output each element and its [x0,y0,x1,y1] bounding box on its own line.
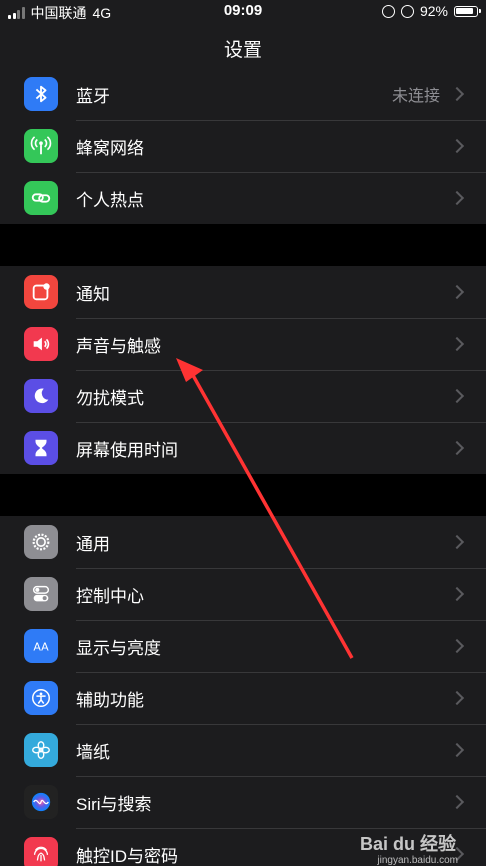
settings-row-label: 墙纸 [76,742,110,762]
page-title: 设置 [223,40,262,61]
navigation-bar: 设置 [0,22,486,72]
alarm-icon [400,4,414,18]
settings-row-notifications[interactable]: 通知 [0,266,486,318]
chevron-right-icon [449,190,465,206]
notifications-icon [24,275,58,309]
status-bar: 中国联通 4G 09:09 92% [0,0,486,22]
sound-icon [24,327,58,361]
settings-row-general[interactable]: 通用 [0,516,486,568]
accessibility-icon [24,681,58,715]
settings-row-do-not-disturb[interactable]: 勿扰模式 [0,370,486,422]
watermark-url: jingyan.baidu.com [377,855,458,866]
bluetooth-status: 未连接 [391,88,440,105]
battery-percent: 92% [419,3,448,19]
settings-group-general: 通用 控制中心 AA 显示与亮度 辅助功能 墙纸 Siri与搜索 触控ID与密码 [0,516,486,866]
settings-row-accessibility[interactable]: 辅助功能 [0,672,486,724]
chevron-right-icon [449,388,465,404]
chevron-right-icon [449,742,465,758]
chevron-right-icon [449,336,465,352]
settings-row-sounds[interactable]: 声音与触感 [0,318,486,370]
settings-row-label: 通用 [76,534,110,554]
chevron-right-icon [449,690,465,706]
settings-row-label: 勿扰模式 [76,388,144,408]
chevron-right-icon [449,440,465,456]
moon-icon [24,379,58,413]
battery-icon [454,5,481,17]
settings-row-control-center[interactable]: 控制中心 [0,568,486,620]
settings-group-connectivity: 蓝牙 未连接 蜂窝网络 个人热点 [0,68,486,224]
settings-row-siri[interactable]: Siri与搜索 [0,776,486,828]
chevron-right-icon [449,86,465,102]
chevron-right-icon [449,586,465,602]
chevron-right-icon [449,794,465,810]
hourglass-icon [24,431,58,465]
settings-row-label: 蓝牙 [76,86,110,106]
settings-row-wallpaper[interactable]: 墙纸 [0,724,486,776]
settings-row-label: 辅助功能 [76,690,144,710]
settings-row-bluetooth[interactable]: 蓝牙 未连接 [0,68,486,120]
chevron-right-icon [449,638,465,654]
wallpaper-icon [24,733,58,767]
fingerprint-icon [24,837,58,866]
toggles-icon [24,577,58,611]
battery-fill [456,7,473,14]
orientation-lock-icon [381,4,395,18]
chevron-right-icon [449,284,465,300]
bluetooth-icon [24,77,58,111]
settings-row-label: 声音与触感 [76,336,161,356]
svg-text:AA: AA [33,641,49,654]
hotspot-icon [24,181,58,215]
cellular-icon [24,129,58,163]
settings-row-label: Siri与搜索 [76,794,152,814]
settings-row-label: 显示与亮度 [76,638,161,658]
settings-row-label: 控制中心 [76,586,144,606]
settings-row-label: 屏幕使用时间 [76,440,178,460]
settings-row-label: 蜂窝网络 [76,138,144,158]
settings-row-display[interactable]: AA 显示与亮度 [0,620,486,672]
display-icon: AA [24,629,58,663]
gear-icon [24,525,58,559]
status-right: 92% [381,3,481,19]
watermark: Bai du 经验 [359,834,456,854]
settings-group-notifications: 通知 声音与触感 勿扰模式 屏幕使用时间 [0,266,486,474]
chevron-right-icon [449,138,465,154]
settings-row-cellular[interactable]: 蜂窝网络 [0,120,486,172]
settings-row-hotspot[interactable]: 个人热点 [0,172,486,224]
chevron-right-icon [449,534,465,550]
settings-row-label: 通知 [76,284,110,304]
settings-row-screen-time[interactable]: 屏幕使用时间 [0,422,486,474]
settings-row-label: 个人热点 [76,190,144,210]
siri-icon [24,785,58,819]
